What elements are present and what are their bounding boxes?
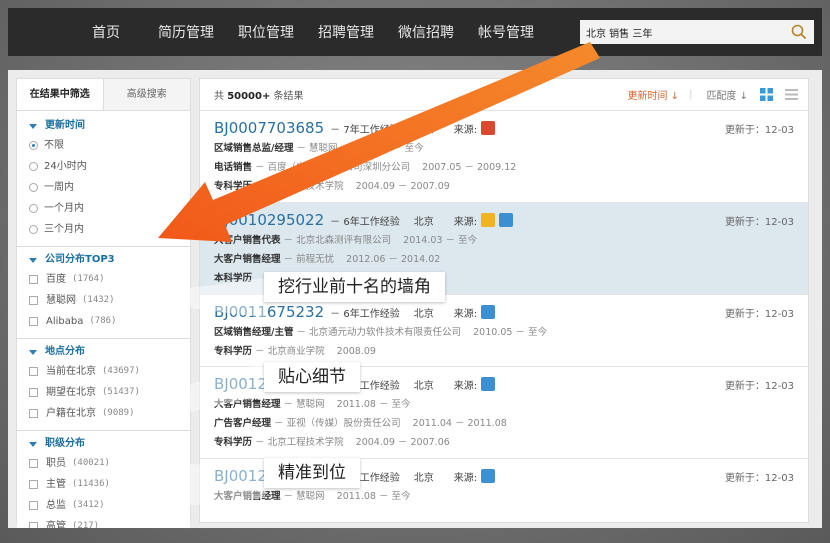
- sort-by-match[interactable]: 匹配度 ↓: [706, 87, 748, 102]
- nav-item-resume[interactable]: 简历管理: [146, 22, 226, 42]
- radio-option-month[interactable]: 一个月内: [29, 198, 180, 219]
- checkbox-icon[interactable]: [29, 388, 38, 397]
- nav-item-positions[interactable]: 职位管理: [226, 22, 306, 42]
- collapse-triangle-icon[interactable]: [29, 349, 37, 355]
- checkbox-icon[interactable]: [29, 296, 38, 305]
- checkbox-icon[interactable]: [29, 367, 38, 376]
- results-total: 共 50000+ 条结果: [214, 91, 304, 102]
- tab-filter-in-results[interactable]: 在结果中筛选: [17, 79, 104, 110]
- radio-option-week[interactable]: 一周内: [29, 177, 180, 198]
- radio-icon[interactable]: [29, 183, 38, 192]
- checkbox-option[interactable]: 高管 (217): [29, 516, 180, 528]
- source-icon: [481, 469, 496, 483]
- source-icon: [481, 213, 496, 227]
- source-icon: [481, 305, 496, 319]
- nav-item-recruiting[interactable]: 招聘管理: [306, 22, 386, 42]
- source-icon: [499, 213, 514, 227]
- updated-date: 更新于：12-03: [724, 473, 794, 484]
- callout-precise: 精准到位: [264, 458, 360, 488]
- filter-group-title: 职级分布: [45, 438, 85, 449]
- nav-item-wechat[interactable]: 微信招聘: [386, 22, 466, 42]
- checkbox-icon[interactable]: [29, 522, 38, 528]
- filter-group-title: 地点分布: [45, 346, 85, 357]
- results-header: 共 50000+ 条结果 更新时间 ↓ | 匹配度 ↓: [200, 79, 808, 111]
- sort-controls: 更新时间 ↓ | 匹配度 ↓: [628, 87, 798, 102]
- search-icon[interactable]: [790, 23, 808, 41]
- sort-by-update-time[interactable]: 更新时间 ↓: [628, 87, 680, 102]
- filter-group-title: 公司分布TOP3: [45, 254, 115, 265]
- checkbox-option[interactable]: 当前在北京 (43697): [29, 361, 180, 382]
- resume-id-link[interactable]: BJ0010295022: [214, 211, 324, 229]
- grid-view-icon[interactable]: [760, 88, 773, 101]
- checkbox-icon[interactable]: [29, 409, 38, 418]
- radio-option-24h[interactable]: 24小时内: [29, 156, 180, 177]
- search-input[interactable]: [580, 21, 780, 43]
- result-item[interactable]: BJ0007703685 － 7年工作经验 北京 来源: 更新于：12-03 区…: [200, 111, 808, 203]
- radio-icon[interactable]: [29, 204, 38, 213]
- checkbox-icon[interactable]: [29, 480, 38, 489]
- updated-date: 更新于：12-03: [724, 381, 794, 392]
- callout-top-companies: 挖行业前十名的墙角: [264, 272, 445, 302]
- list-view-icon[interactable]: [785, 88, 798, 101]
- source-icon: [481, 377, 496, 391]
- radio-icon[interactable]: [29, 162, 38, 171]
- radio-icon[interactable]: [29, 141, 38, 150]
- checkbox-icon[interactable]: [29, 501, 38, 510]
- radio-option-any[interactable]: 不限: [29, 135, 180, 156]
- updated-date: 更新于：12-03: [724, 309, 794, 320]
- filter-group-update-time: 更新时间 不限 24小时内 一周内 一个月内 三个月内: [17, 111, 190, 242]
- result-item[interactable]: BJ0011675232 － 6年工作经验 北京 来源: 更新于：12-03 区…: [200, 295, 808, 367]
- nav-item-account[interactable]: 帐号管理: [466, 22, 546, 42]
- updated-date: 更新于：12-03: [724, 125, 794, 136]
- callout-thoughtful-details: 贴心细节: [264, 362, 360, 392]
- filter-tabs: 在结果中筛选 高级搜索: [17, 79, 190, 111]
- radio-icon[interactable]: [29, 225, 38, 234]
- collapse-triangle-icon[interactable]: [29, 441, 37, 447]
- collapse-triangle-icon[interactable]: [29, 257, 37, 263]
- checkbox-option[interactable]: Alibaba (786): [29, 311, 180, 332]
- checkbox-icon[interactable]: [29, 459, 38, 468]
- tab-advanced-search[interactable]: 高级搜索: [103, 79, 190, 110]
- nav-menu: 首页 简历管理 职位管理 招聘管理 微信招聘 帐号管理: [66, 22, 546, 42]
- collapse-triangle-icon[interactable]: [29, 123, 37, 129]
- filter-group-title: 更新时间: [45, 120, 85, 131]
- checkbox-icon[interactable]: [29, 317, 38, 326]
- radio-option-3months[interactable]: 三个月内: [29, 219, 180, 240]
- checkbox-icon[interactable]: [29, 275, 38, 284]
- source-icon: [481, 121, 496, 135]
- top-nav-bar: 首页 简历管理 职位管理 招聘管理 微信招聘 帐号管理: [8, 8, 822, 56]
- updated-date: 更新于：12-03: [724, 217, 794, 228]
- resume-id-link[interactable]: BJ0007703685: [214, 119, 324, 137]
- search-box: [580, 20, 814, 44]
- checkbox-option[interactable]: 百度 (1764): [29, 269, 180, 290]
- nav-item-home[interactable]: 首页: [66, 22, 146, 42]
- filter-group-company: 公司分布TOP3 百度 (1764) 慧聪网 (1432) Alibaba (786): [17, 246, 190, 334]
